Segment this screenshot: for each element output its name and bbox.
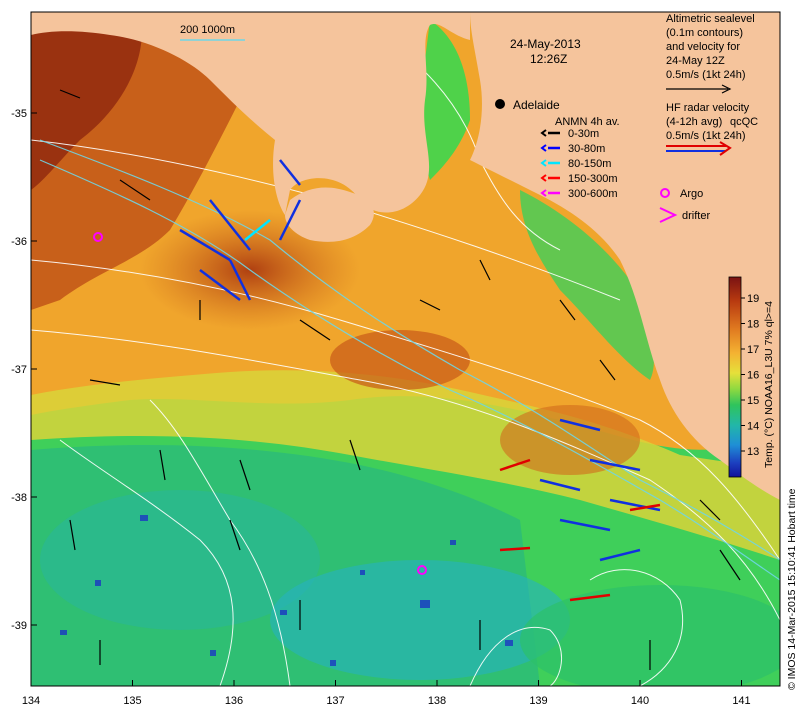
lat-tick-label: -35 [11,108,27,120]
hf-radar-line: (4-12h avg) [666,116,722,128]
hf-radar-line: HF radar velocity [666,102,750,114]
colorbar-scale [728,276,742,478]
lon-tick-label: 141 [732,695,750,707]
colorbar-tick-label: 15 [747,395,759,407]
lat-tick-label: -38 [11,492,27,504]
anmn-legend-label: 150-300m [568,173,618,185]
colorbar-tick-label: 19 [747,293,759,305]
scale-label: 200 1000m [180,24,235,36]
lon-tick-label: 140 [631,695,649,707]
colorbar-tick-label: 16 [747,370,759,382]
hf-radar-line: 0.5m/s (1kt 24h) [666,130,745,142]
colorbar-tick-label: 14 [747,421,759,433]
anmn-legend-label: 80-150m [568,158,611,170]
lon-tick-label: 139 [529,695,547,707]
drifter-legend-label: drifter [682,210,710,222]
hf-radar-qc: qcQC [730,116,758,128]
lon-tick-label: 136 [225,695,243,707]
lon-tick-label: 138 [428,695,446,707]
lat-tick-label: -36 [11,236,27,248]
colorbar-tick-label: 18 [747,319,759,331]
lat-tick-label: -39 [11,620,27,632]
altimetry-line: (0.1m contours) [666,27,743,39]
anmn-legend-label: 300-600m [568,188,618,200]
city-label: Adelaide [513,98,560,112]
credit-text: © IMOS 14-Mar-2015 15:10:41 Hobart time [786,488,798,690]
sst-map-figure: Adelaide 200 1000m 24-May-2013 12:26Z AN… [11,11,798,707]
anmn-legend-label: 30-80m [568,143,605,155]
map-time: 12:26Z [530,52,567,66]
altimetry-line: Altimetric sealevel [666,13,755,25]
argo-legend-label: Argo [680,188,703,200]
colorbar-tick-label: 13 [747,446,759,458]
lon-tick-label: 135 [123,695,141,707]
lon-tick-label: 137 [326,695,344,707]
lat-tick-label: -37 [11,364,27,376]
adelaide-marker [495,99,505,109]
altimetry-line: and velocity for [666,41,740,53]
colorbar-label: Temp. (°C) NOAA16_L3U 7% ql>=4 [763,301,775,468]
altimetry-line: 24-May 12Z [666,55,725,67]
map-date: 24-May-2013 [510,37,581,51]
lon-tick-label: 134 [22,695,40,707]
altimetry-line: 0.5m/s (1kt 24h) [666,69,745,81]
colorbar-tick-label: 17 [747,344,759,356]
anmn-legend-title: ANMN 4h av. [555,116,620,128]
anmn-legend-label: 0-30m [568,128,599,140]
